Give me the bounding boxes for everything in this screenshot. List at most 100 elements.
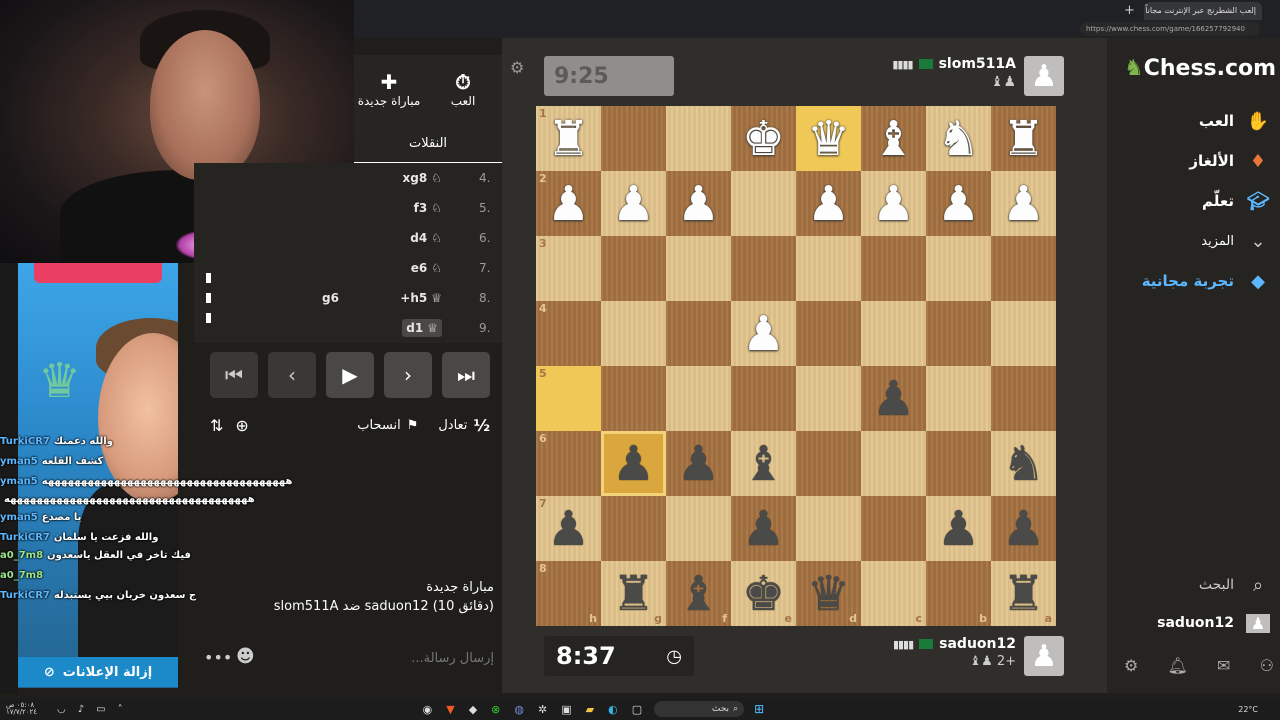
board-square[interactable]: ♞ xyxy=(926,106,991,171)
board-square[interactable]: ♞ xyxy=(991,431,1056,496)
board-square[interactable]: 1 ♜ xyxy=(536,106,601,171)
chat-username[interactable]: yman5 xyxy=(0,512,38,523)
board-square[interactable]: 3 xyxy=(536,236,601,301)
bottom-player-name[interactable]: saduon12 xyxy=(939,636,1016,652)
board-square[interactable]: a ♜ xyxy=(991,561,1056,626)
nav-item[interactable]: الألغاز ♦ xyxy=(1120,146,1270,176)
board-square[interactable] xyxy=(861,431,926,496)
chess-logo[interactable]: ♞Chess.com xyxy=(1124,56,1276,81)
black-knight-icon[interactable]: ♞ xyxy=(1002,440,1045,488)
board-square[interactable]: ♚ xyxy=(731,106,796,171)
browser-tab[interactable]: إلعب الشطرنج عبر الإنترنت مجاناً - ش xyxy=(1144,2,1262,20)
chat-username[interactable]: a0_7m8 xyxy=(0,550,43,561)
board-square[interactable] xyxy=(731,366,796,431)
chat-username[interactable]: yman5 xyxy=(0,476,38,487)
nav-search[interactable]: البحث ⌕ xyxy=(1120,570,1270,600)
white-queen-icon[interactable]: ♛ xyxy=(807,115,850,163)
board-square[interactable]: 8h xyxy=(536,561,601,626)
board-square[interactable] xyxy=(861,236,926,301)
play-moves-button[interactable]: ▶ xyxy=(326,352,374,398)
board-square[interactable]: ♟ xyxy=(731,301,796,366)
board-square[interactable]: ♟ xyxy=(796,171,861,236)
board-square[interactable]: e ♚ xyxy=(731,561,796,626)
windows-start-icon[interactable]: ⊞ xyxy=(754,702,764,716)
taskbar-search[interactable]: بحث ⌕ xyxy=(654,701,745,717)
board-square[interactable]: ♛ xyxy=(796,106,861,171)
board-square[interactable]: b xyxy=(926,561,991,626)
nav-item[interactable]: العب ✋ xyxy=(1120,106,1270,136)
more-icon[interactable]: ••• xyxy=(204,648,232,667)
board-square[interactable] xyxy=(926,301,991,366)
tab-moves[interactable]: النقلات xyxy=(354,125,502,165)
board-square[interactable] xyxy=(731,236,796,301)
last-move-button[interactable]: ⏭ xyxy=(442,352,490,398)
white-king-icon[interactable]: ♚ xyxy=(742,115,785,163)
board-square[interactable]: 4 xyxy=(536,301,601,366)
chat-username[interactable]: TurkiCR7 xyxy=(0,532,50,543)
board-square[interactable]: ♟ xyxy=(861,366,926,431)
board-square[interactable]: 6 xyxy=(536,431,601,496)
folder-icon[interactable]: ▰ xyxy=(586,703,594,716)
white-move[interactable]: d1 ♕ xyxy=(402,319,442,337)
add-icon[interactable]: ⊕ xyxy=(235,416,248,435)
discord-icon[interactable]: ◍ xyxy=(514,703,524,716)
board-square[interactable] xyxy=(861,301,926,366)
black-rook-icon[interactable]: ♜ xyxy=(1002,570,1045,618)
emoji-icon[interactable]: ☻ xyxy=(236,646,255,667)
resign-button[interactable]: انسحاب ⚑ xyxy=(357,418,418,433)
new-game-button[interactable]: ✚ مباراة جديدة xyxy=(354,63,424,115)
white-pawn-icon[interactable]: ♟ xyxy=(937,180,980,228)
nav-item[interactable]: تعلّم 🎓︎ xyxy=(1120,186,1270,216)
black-bishop-icon[interactable]: ♝ xyxy=(742,440,785,488)
white-knight-icon[interactable]: ♞ xyxy=(937,115,980,163)
board-square[interactable] xyxy=(861,496,926,561)
settings-icon[interactable]: ⚙ xyxy=(1124,656,1138,675)
board-square[interactable]: g ♜ xyxy=(601,561,666,626)
settings-icon[interactable]: ✲ xyxy=(538,703,547,716)
board-square[interactable] xyxy=(601,236,666,301)
white-pawn-icon[interactable]: ♟ xyxy=(547,180,590,228)
board-square[interactable] xyxy=(601,106,666,171)
next-move-button[interactable]: › xyxy=(384,352,432,398)
board-square[interactable]: f ♝ xyxy=(666,561,731,626)
nav-item[interactable]: المزيد ⌄ xyxy=(1120,226,1270,256)
board-square[interactable]: c xyxy=(861,561,926,626)
tray-chevron-icon[interactable]: ˄ xyxy=(118,704,123,715)
board-square[interactable]: d ♛ xyxy=(796,561,861,626)
board-square[interactable] xyxy=(666,301,731,366)
board-square[interactable] xyxy=(601,366,666,431)
prev-move-button[interactable]: ‹ xyxy=(268,352,316,398)
white-rook-icon[interactable]: ♜ xyxy=(1002,115,1045,163)
white-move[interactable]: d4 ♘ xyxy=(410,231,442,245)
app-icon[interactable]: ◆ xyxy=(469,703,477,716)
moves-scrollbar[interactable] xyxy=(206,273,211,323)
white-pawn-icon[interactable]: ♟ xyxy=(807,180,850,228)
top-player-name[interactable]: slom511A xyxy=(939,56,1016,72)
black-pawn-icon[interactable]: ♟ xyxy=(612,440,655,488)
board-square[interactable]: ♟ xyxy=(861,171,926,236)
white-pawn-icon[interactable]: ♟ xyxy=(612,180,655,228)
black-queen-icon[interactable]: ♛ xyxy=(807,570,850,618)
white-rook-icon[interactable]: ♜ xyxy=(547,115,590,163)
bottom-avatar[interactable]: ♟ xyxy=(1024,636,1064,676)
white-move[interactable]: +h5 ♕ xyxy=(400,291,442,305)
chat-username[interactable]: TurkiCR7 xyxy=(0,436,50,447)
board-square[interactable] xyxy=(926,366,991,431)
nav-user[interactable]: saduon12 ♟ xyxy=(1120,608,1270,638)
white-move[interactable]: e6 ♘ xyxy=(411,261,442,275)
black-pawn-icon[interactable]: ♟ xyxy=(677,440,720,488)
board-square[interactable]: ♟ xyxy=(666,171,731,236)
white-move[interactable]: xg8 ♘ xyxy=(403,171,442,185)
chess-board[interactable]: 1 ♜ ♚ ♛ ♝ ♞ ♜ 2 ♟ ♟ ♟ ♟ ♟ ♟ ♟ 3 4 ♟ 5 ♟ 6 ♟ ♟ ♝ ♞ 7 ♟ ♟ ♟ ♟ 8 h g ♜ f ♝ e ♚ d ♛… xyxy=(536,106,1056,626)
board-square[interactable]: 5 xyxy=(536,366,601,431)
board-square[interactable]: 2 ♟ xyxy=(536,171,601,236)
chat-username[interactable]: TurkiCR7 xyxy=(0,590,50,601)
taskview-icon[interactable]: ▢ xyxy=(632,703,642,716)
bell-icon[interactable]: 🔔︎ xyxy=(1168,656,1188,675)
black-bishop-icon[interactable]: ♝ xyxy=(677,570,720,618)
board-square[interactable]: ♟ xyxy=(666,431,731,496)
draw-button[interactable]: تعادل ½ xyxy=(438,416,490,435)
board-square[interactable] xyxy=(601,496,666,561)
board-square[interactable] xyxy=(796,301,861,366)
store-icon[interactable]: ▣ xyxy=(561,703,571,716)
